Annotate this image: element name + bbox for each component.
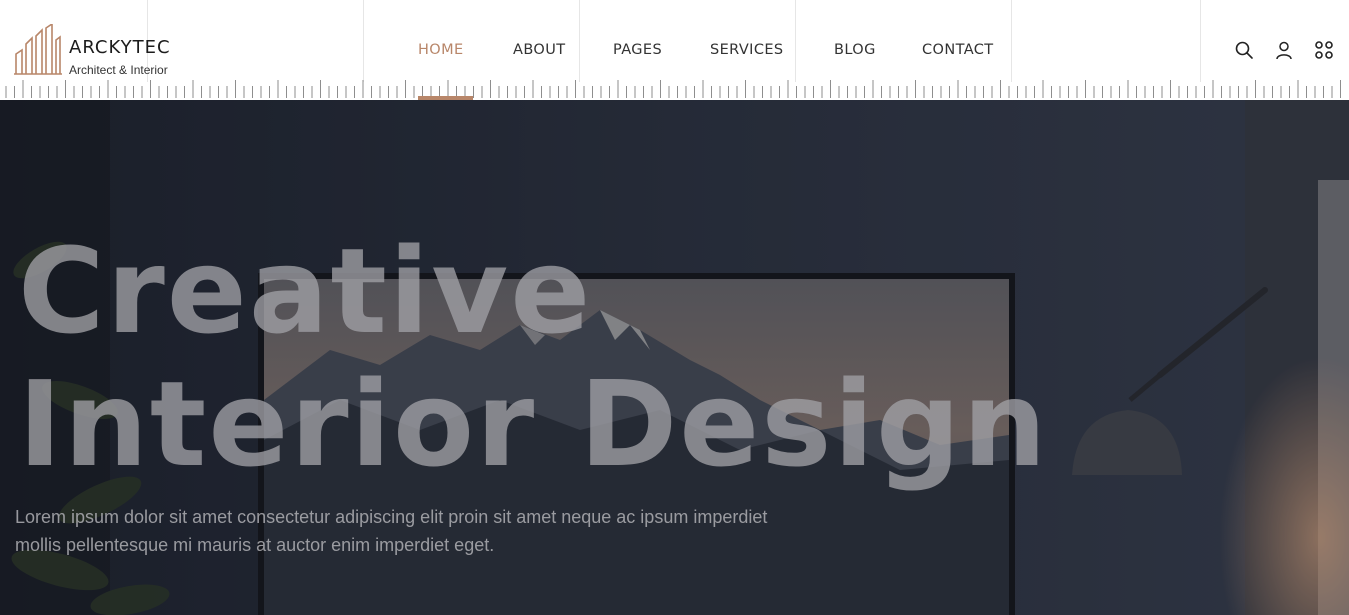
nav-item-pages[interactable]: PAGES bbox=[613, 42, 662, 58]
menu-button[interactable] bbox=[1312, 38, 1336, 62]
building-logo-icon bbox=[14, 24, 62, 75]
site-header: ARCKYTEC Architect & Interior HOME ABOUT… bbox=[0, 0, 1349, 100]
nav-item-contact[interactable]: CONTACT bbox=[922, 42, 994, 58]
guide-line bbox=[795, 0, 796, 82]
guide-line bbox=[579, 0, 580, 82]
nav-item-about[interactable]: ABOUT bbox=[513, 42, 566, 58]
guide-line bbox=[1200, 0, 1201, 82]
brand-name: ARCKYTEC bbox=[69, 37, 171, 58]
hero-title-line-2: Interior Design bbox=[18, 355, 1049, 493]
nav-item-services[interactable]: SERVICES bbox=[710, 42, 784, 58]
hero-title-line-1: Creative bbox=[18, 222, 593, 360]
grid-menu-icon bbox=[1315, 41, 1333, 59]
guide-line bbox=[1011, 0, 1012, 82]
hero-description: Lorem ipsum dolor sit amet consectetur a… bbox=[15, 507, 768, 555]
brand-tagline: Architect & Interior bbox=[69, 63, 168, 77]
ruler-decoration bbox=[5, 80, 1341, 98]
account-button[interactable] bbox=[1272, 38, 1296, 62]
guide-line bbox=[363, 0, 364, 82]
nav-item-home[interactable]: HOME bbox=[418, 42, 464, 58]
hero-section: Creative Interior Design Lorem ipsum dol… bbox=[0, 100, 1349, 615]
brand-logo-link[interactable]: ARCKYTEC Architect & Interior bbox=[14, 24, 170, 77]
nav-item-blog[interactable]: BLOG bbox=[834, 42, 876, 58]
search-button[interactable] bbox=[1232, 38, 1256, 62]
user-icon bbox=[1276, 41, 1292, 60]
search-icon bbox=[1235, 41, 1253, 59]
